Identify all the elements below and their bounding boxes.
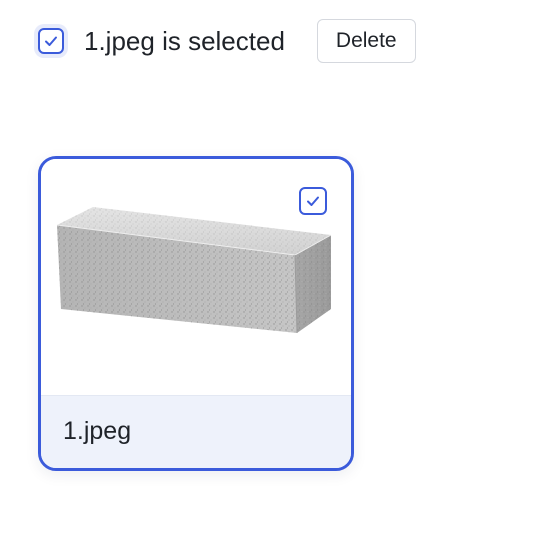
file-card[interactable]: 1.jpeg xyxy=(38,156,354,471)
checkmark-icon xyxy=(45,36,57,46)
file-card-footer: 1.jpeg xyxy=(41,395,351,468)
selection-toolbar: 1.jpeg is selected Delete xyxy=(38,19,416,63)
select-all-checkbox[interactable] xyxy=(38,28,64,54)
checkmark-icon xyxy=(307,196,319,206)
concrete-block-image xyxy=(56,207,332,334)
file-select-checkbox[interactable] xyxy=(299,187,327,215)
file-thumbnail xyxy=(41,159,351,395)
file-name: 1.jpeg xyxy=(63,417,132,445)
delete-button[interactable]: Delete xyxy=(316,19,416,63)
selection-status-text: 1.jpeg is selected xyxy=(84,26,285,56)
